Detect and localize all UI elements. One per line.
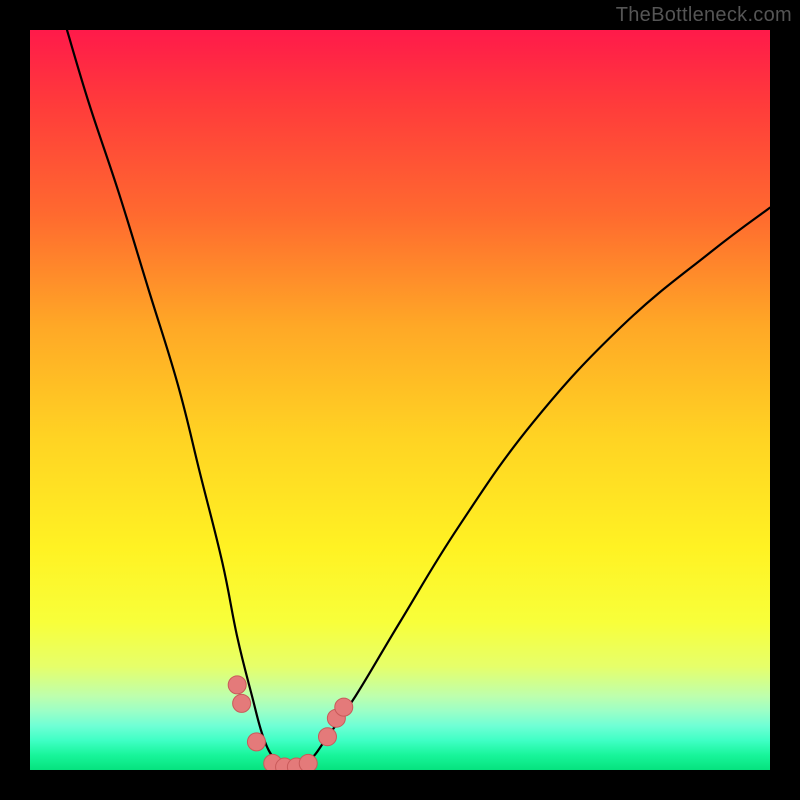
- chart-svg: [30, 30, 770, 770]
- curve-marker: [335, 698, 353, 716]
- chart-frame: TheBottleneck.com: [0, 0, 800, 800]
- curve-markers: [228, 676, 353, 770]
- curve-marker: [233, 694, 251, 712]
- curve-marker: [299, 754, 317, 770]
- bottleneck-curve: [67, 30, 770, 769]
- curve-marker: [228, 676, 246, 694]
- curve-marker: [247, 733, 265, 751]
- watermark-text: TheBottleneck.com: [616, 4, 792, 27]
- plot-area: [30, 30, 770, 770]
- curve-marker: [318, 728, 336, 746]
